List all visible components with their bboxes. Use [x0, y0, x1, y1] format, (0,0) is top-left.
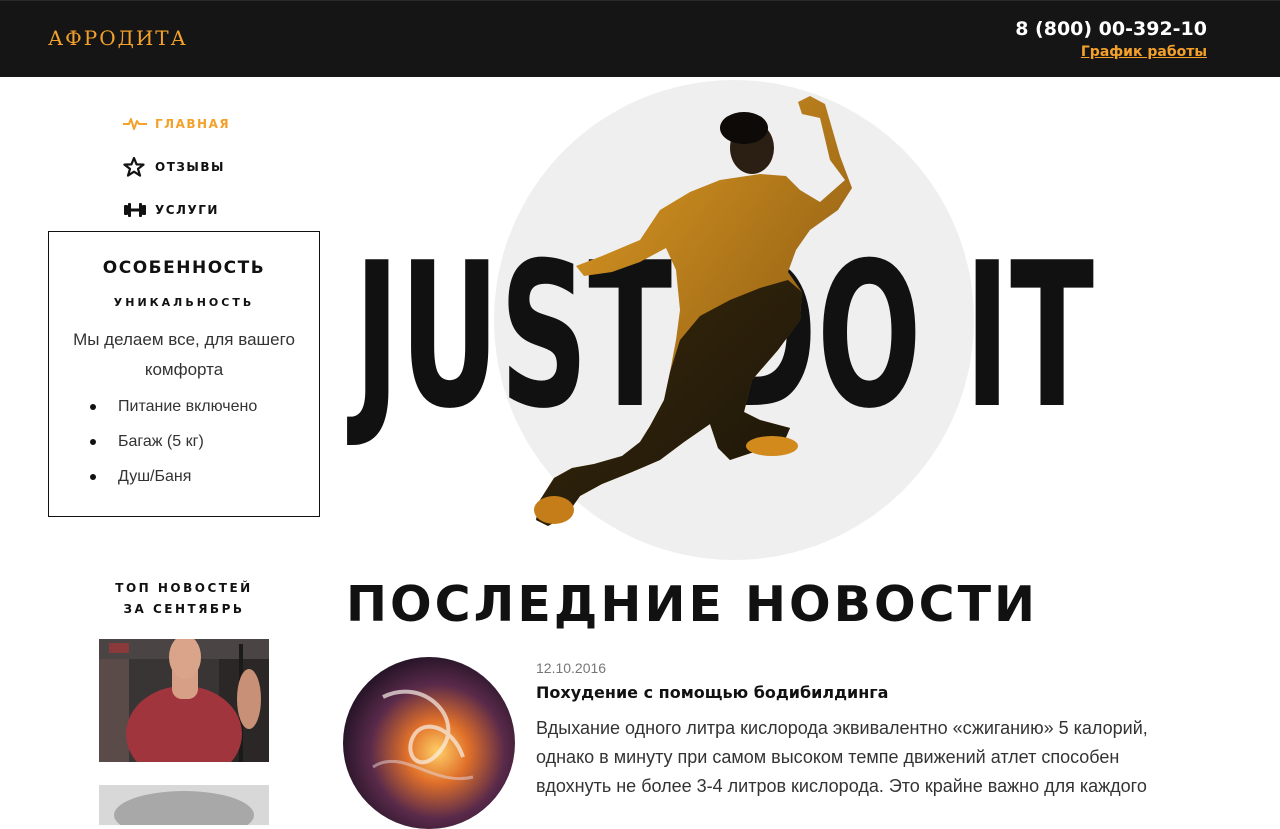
news-item-title[interactable]: Похудение с помощью бодибилдинга: [536, 683, 888, 702]
news-item-text: Вдыхание одного литра кислорода эквивале…: [536, 718, 1148, 796]
site-header: АФРОДИТА 8 (800) 00-392-10 График работы: [0, 0, 1280, 77]
top-news-title-line2: ЗА СЕНТЯБРЬ: [123, 602, 245, 616]
top-news-title: ТОП НОВОСТЕЙ ЗА СЕНТЯБРЬ: [48, 578, 320, 620]
feature-list-item: Душ/Баня: [49, 459, 319, 494]
hero-banner: JUST DO IT: [340, 80, 1240, 560]
top-news-thumbnail[interactable]: [99, 639, 269, 762]
feature-list-item: Питание включено: [49, 389, 319, 424]
nav-item-reviews[interactable]: ОТЗЫВЫ: [123, 156, 225, 178]
nav-item-label: ГЛАВНАЯ: [155, 117, 231, 131]
feature-box: ОСОБЕННОСТЬ УНИКАЛЬНОСТЬ Мы делаем все, …: [48, 231, 320, 517]
hero-illustration: JUST DO IT: [347, 80, 1094, 560]
feature-list: Питание включено Багаж (5 кг) Душ/Баня: [49, 389, 319, 494]
nav-item-home[interactable]: ГЛАВНАЯ: [123, 113, 230, 135]
news-item-image[interactable]: [343, 657, 515, 829]
phone-number[interactable]: 8 (800) 00-392-10: [1015, 18, 1207, 40]
dumbbell-icon: [123, 200, 147, 220]
latest-news-heading: ПОСЛЕДНИЕ НОВОСТИ: [346, 576, 1039, 633]
star-icon: [123, 157, 147, 177]
nav-item-label: УСЛУГИ: [155, 203, 219, 217]
nav-item-label: ОТЗЫВЫ: [155, 160, 225, 174]
site-logo[interactable]: АФРОДИТА: [48, 26, 188, 50]
feature-description: Мы делаем все, для вашего комфорта: [73, 330, 295, 379]
pulse-icon: [123, 114, 147, 134]
news-item-date: 12.10.2016: [536, 660, 607, 676]
feature-subtitle: УНИКАЛЬНОСТЬ: [113, 296, 255, 309]
schedule-link[interactable]: График работы: [1081, 44, 1207, 60]
feature-list-item: Багаж (5 кг): [49, 424, 319, 459]
top-news-thumbnail[interactable]: [99, 785, 269, 825]
top-news-title-line1: ТОП НОВОСТЕЙ: [115, 581, 253, 595]
nav-item-services[interactable]: УСЛУГИ: [123, 199, 219, 221]
feature-title: ОСОБЕННОСТЬ: [102, 258, 266, 278]
